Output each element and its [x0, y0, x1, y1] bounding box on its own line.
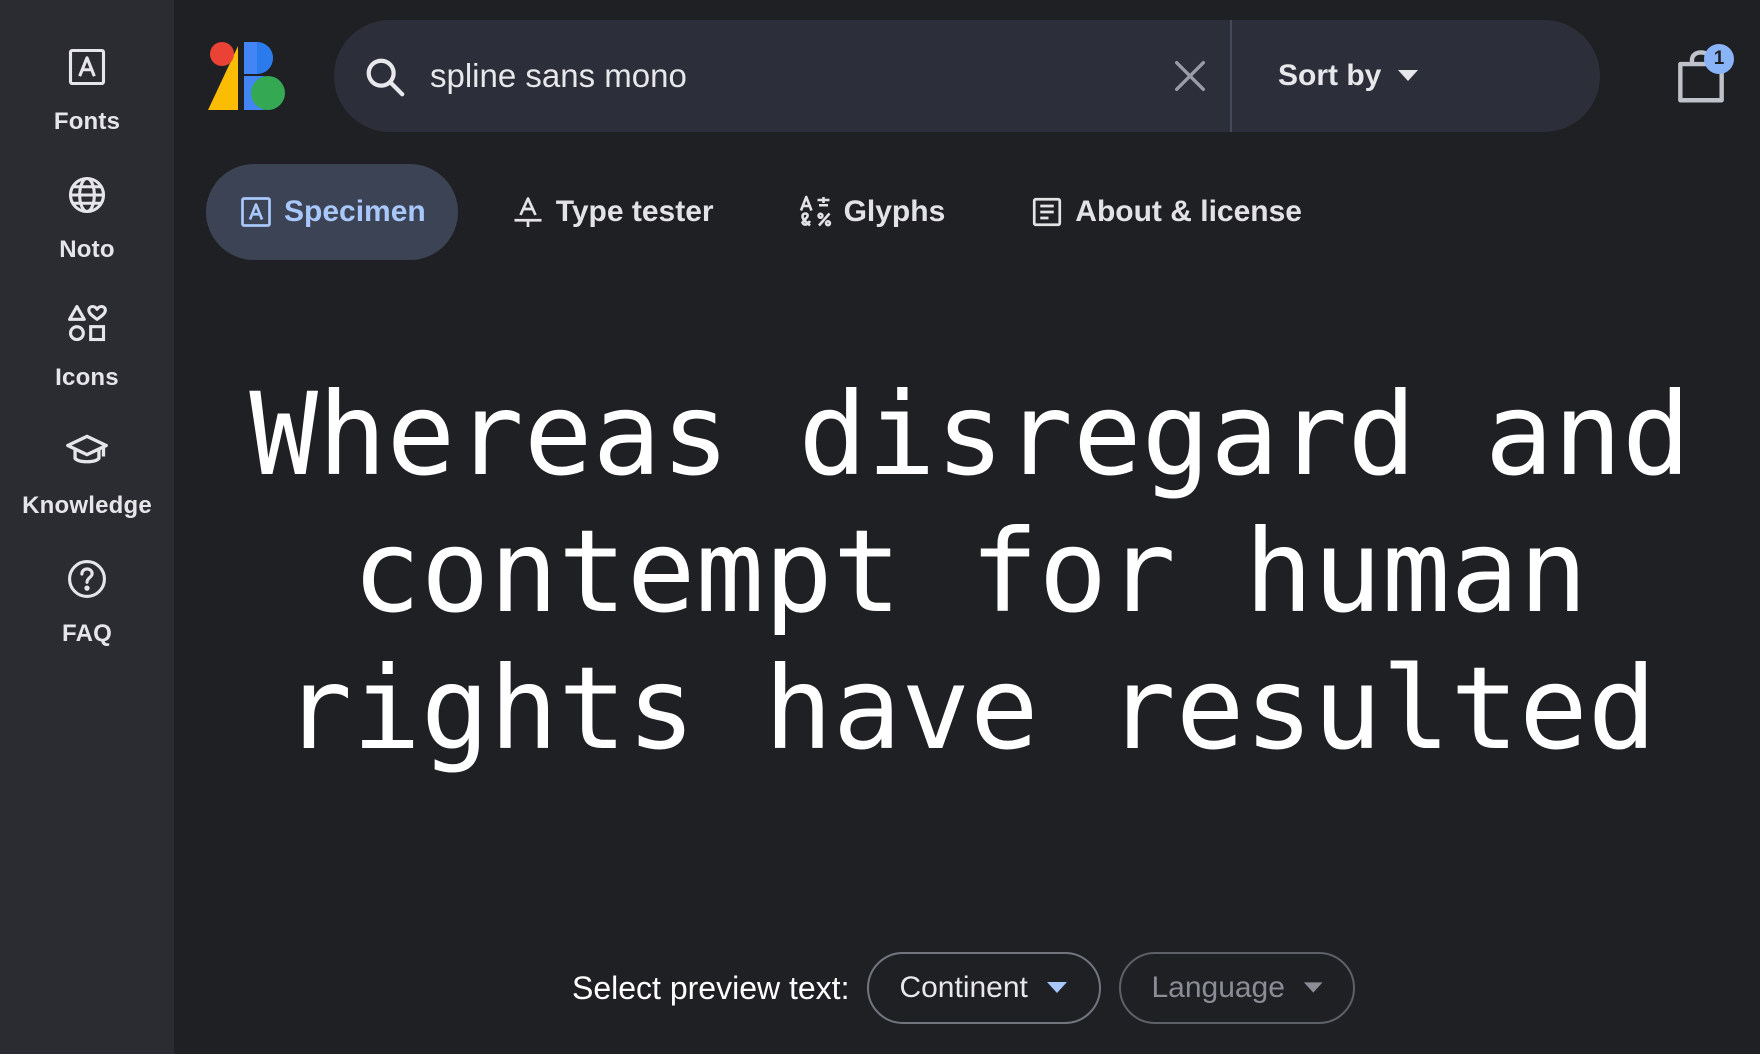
rail-label-faq: FAQ	[62, 620, 112, 647]
shapes-icon	[64, 300, 110, 346]
rail-item-knowledge[interactable]: Knowledge	[0, 428, 174, 556]
rail-label-fonts: Fonts	[53, 108, 121, 135]
rail-item-icons[interactable]: Icons	[0, 300, 174, 428]
preview-text-controls: Select preview text: Continent Language	[572, 952, 1373, 1024]
search-divider	[1230, 20, 1232, 132]
graduation-cap-icon	[64, 428, 110, 474]
language-dropdown[interactable]: Language	[1119, 952, 1356, 1024]
document-icon	[1033, 197, 1062, 227]
specimen-icon	[241, 197, 271, 227]
close-icon[interactable]	[1170, 56, 1210, 96]
continent-dropdown[interactable]: Continent	[867, 952, 1102, 1024]
font-a-icon	[64, 44, 110, 90]
rail-item-fonts[interactable]: Fonts	[0, 44, 174, 172]
chevron-down-icon	[1303, 982, 1323, 993]
specimen-preview-text[interactable]: Whereas disregard and contempt for human…	[200, 366, 1740, 777]
rail-label-knowledge: Knowledge	[22, 492, 152, 519]
language-dropdown-label: Language	[1151, 971, 1285, 1004]
rail-item-faq[interactable]: FAQ	[0, 556, 174, 684]
app-root: Fonts Noto Icons Knowledge FAQ spline sa…	[0, 0, 1760, 1054]
tab-label-specimen: Specimen	[284, 195, 426, 228]
tab-label-about-license: About & license	[1075, 195, 1302, 228]
help-circle-icon	[64, 556, 110, 602]
globe-icon	[64, 172, 110, 218]
tab-about-license[interactable]: About & license	[997, 164, 1334, 260]
rail-label-noto: Noto	[59, 236, 115, 263]
search-icon[interactable]	[362, 54, 408, 100]
rail-item-noto[interactable]: Noto	[0, 172, 174, 300]
continent-dropdown-label: Continent	[899, 971, 1028, 1004]
tab-label-glyphs: Glyphs	[843, 195, 946, 228]
search-input[interactable]	[430, 50, 1080, 102]
cart-count-badge: 1	[1704, 44, 1734, 74]
google-fonts-logo[interactable]	[208, 42, 294, 110]
tab-specimen[interactable]: Specimen	[206, 164, 458, 260]
tab-type-tester[interactable]: Type tester	[478, 164, 746, 260]
tab-glyphs[interactable]: Glyphs	[766, 164, 978, 260]
search-bar: Sort by	[334, 20, 1600, 132]
left-rail: Fonts Noto Icons Knowledge FAQ	[0, 0, 174, 1054]
preview-text-label: Select preview text:	[572, 969, 850, 1006]
type-tester-icon	[514, 197, 542, 227]
chevron-down-icon	[1398, 70, 1419, 81]
rail-label-icons: Icons	[55, 364, 119, 391]
tab-label-type-tester: Type tester	[555, 195, 714, 228]
sort-label: Sort by	[1278, 59, 1382, 92]
chevron-down-icon	[1046, 982, 1067, 993]
sort-dropdown[interactable]: Sort by	[1278, 50, 1419, 102]
tab-bar: Specimen Type tester Glyphs About & lice…	[206, 164, 1354, 260]
glyphs-icon	[799, 195, 831, 227]
